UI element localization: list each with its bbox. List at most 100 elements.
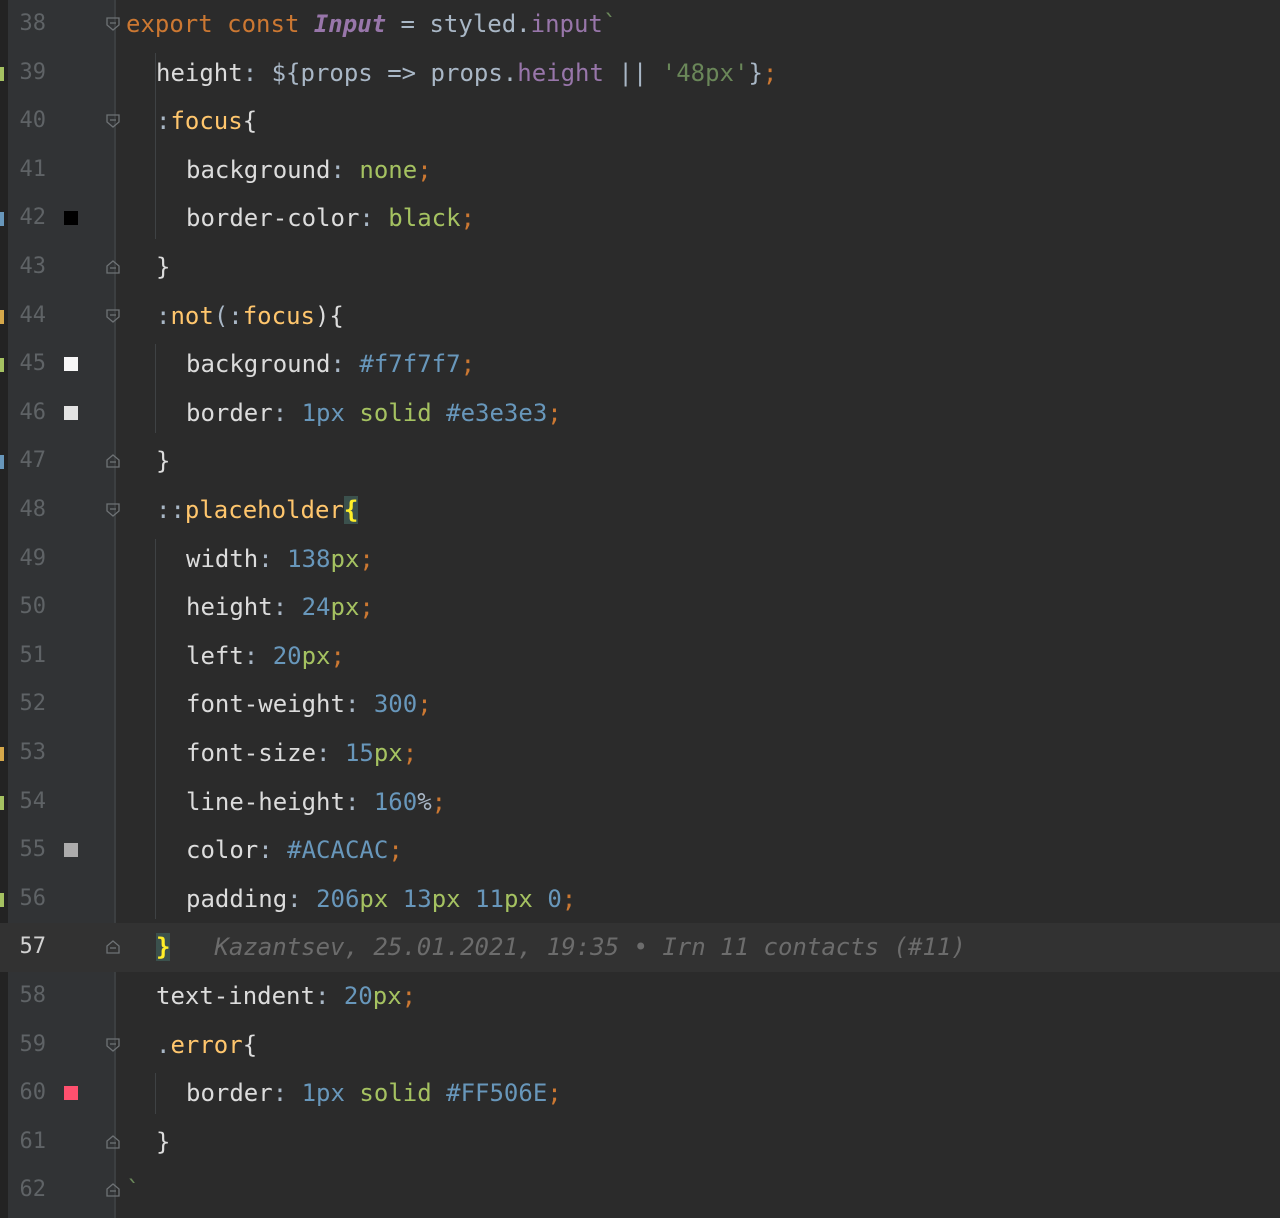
line-number[interactable]: 60	[8, 1069, 47, 1118]
line-number[interactable]: 55	[8, 826, 47, 875]
code-line[interactable]: 61}	[0, 1118, 1280, 1167]
code-text[interactable]: height: 24px;	[186, 583, 374, 632]
code-text[interactable]: ::placeholder{	[156, 486, 359, 535]
code-text[interactable]: color: #ACACAC;	[186, 826, 403, 875]
code-token: ::	[156, 496, 185, 524]
line-number[interactable]: 52	[8, 680, 47, 729]
line-number[interactable]: 53	[8, 729, 47, 778]
code-text[interactable]: export const Input = styled.input`	[126, 0, 617, 49]
code-line[interactable]: 38 export const Input = styled.input`	[0, 0, 1280, 49]
code-line[interactable]: 49 width: 138px;	[0, 535, 1280, 584]
code-token: ;	[561, 884, 577, 913]
code-text[interactable]: height: ${props => props.height || '48px…	[156, 49, 777, 98]
code-line[interactable]: 43}	[0, 243, 1280, 292]
fold-close-icon[interactable]	[106, 454, 120, 469]
code-line[interactable]: 52 font-weight: 300;	[0, 680, 1280, 729]
code-text[interactable]: padding: 206px 13px 11px 0;	[186, 875, 576, 924]
line-number[interactable]: 50	[8, 583, 47, 632]
color-swatch-icon[interactable]	[64, 843, 78, 858]
code-editor[interactable]: 38 export const Input = styled.input` 39 he…	[0, 0, 1280, 1218]
code-line[interactable]: 53 font-size: 15px;	[0, 729, 1280, 778]
fold-open-icon[interactable]	[106, 308, 120, 323]
code-line[interactable]: 42 border-color: black;	[0, 194, 1280, 243]
fold-close-icon[interactable]	[106, 260, 120, 274]
change-marker	[0, 358, 4, 373]
code-text[interactable]: :focus{	[156, 97, 257, 146]
code-line[interactable]: 47}	[0, 437, 1280, 486]
code-text[interactable]: .error{	[156, 1021, 257, 1070]
code-line[interactable]: 44 :not(:focus){	[0, 292, 1280, 341]
line-number[interactable]: 47	[8, 437, 47, 486]
line-number[interactable]: 38	[8, 0, 47, 49]
line-number[interactable]: 57	[8, 923, 47, 972]
fold-close-icon[interactable]	[106, 1134, 120, 1149]
code-line[interactable]: 56 padding: 206px 13px 11px 0;	[0, 875, 1280, 924]
code-line[interactable]: 41 background: none;	[0, 146, 1280, 195]
code-text[interactable]: :not(:focus){	[156, 292, 344, 341]
line-number[interactable]: 54	[8, 778, 47, 827]
line-number[interactable]: 40	[8, 97, 47, 146]
code-text[interactable]: }	[156, 1118, 170, 1167]
code-line[interactable]: 40 :focus{	[0, 97, 1280, 146]
code-line[interactable]: 39 height: ${props => props.height || '48…	[0, 49, 1280, 98]
code-text[interactable]: width: 138px;	[186, 535, 374, 584]
fold-open-icon[interactable]	[106, 503, 120, 517]
line-number[interactable]: 43	[8, 243, 47, 292]
line-number[interactable]: 61	[8, 1118, 47, 1167]
code-text[interactable]: background: none;	[186, 146, 432, 195]
code-token: error	[170, 1030, 243, 1059]
code-text[interactable]: border-color: black;	[186, 194, 475, 243]
code-text[interactable]: border: 1px solid #e3e3e3;	[186, 389, 562, 438]
code-line[interactable]: 45 background: #f7f7f7;	[0, 340, 1280, 389]
color-swatch-icon[interactable]	[64, 211, 78, 226]
code-text[interactable]: }	[156, 437, 170, 486]
code-line[interactable]: 57 } Kazantsev, 25.01.2021, 19:35 • Irn 11…	[0, 923, 1280, 972]
line-number[interactable]: 62	[8, 1166, 47, 1215]
line-number[interactable]: 48	[8, 486, 47, 535]
code-line[interactable]: 59 .error{	[0, 1021, 1280, 1070]
line-number[interactable]: 41	[8, 146, 47, 195]
code-line[interactable]: 60 border: 1px solid #FF506E;	[0, 1069, 1280, 1118]
line-number[interactable]: 51	[8, 632, 47, 681]
code-line[interactable]: 46 border: 1px solid #e3e3e3;	[0, 389, 1280, 438]
code-line[interactable]: 50 height: 24px;	[0, 583, 1280, 632]
code-line[interactable]: 51 left: 20px;	[0, 632, 1280, 681]
code-text[interactable]: left: 20px;	[186, 632, 345, 681]
line-number[interactable]: 42	[8, 194, 47, 243]
fold-open-icon[interactable]	[106, 17, 120, 31]
code-text[interactable]: }	[156, 243, 170, 292]
code-line[interactable]: 54 line-height: 160%;	[0, 778, 1280, 827]
code-line[interactable]: 62 `	[0, 1166, 1280, 1215]
code-text[interactable]: font-size: 15px;	[186, 729, 417, 778]
code-token: #FF506E	[446, 1079, 548, 1108]
code-text[interactable]: } Kazantsev, 25.01.2021, 19:35 • Irn 11 c…	[156, 923, 966, 972]
code-text[interactable]: line-height: 160%;	[186, 778, 446, 827]
line-number[interactable]: 46	[8, 389, 47, 438]
code-text[interactable]: border: 1px solid #FF506E;	[186, 1069, 562, 1118]
fold-open-icon[interactable]	[106, 114, 120, 129]
code-text[interactable]: background: #f7f7f7;	[186, 340, 475, 389]
code-line[interactable]: 58 text-indent: 20px;	[0, 972, 1280, 1021]
fold-open-icon[interactable]	[106, 1037, 120, 1052]
line-number[interactable]: 49	[8, 535, 47, 584]
line-number[interactable]: 59	[8, 1021, 47, 1070]
line-number[interactable]: 44	[8, 292, 47, 341]
fold-close-icon[interactable]	[106, 940, 120, 955]
code-line[interactable]: 48::placeholder{	[0, 486, 1280, 535]
color-swatch-icon[interactable]	[64, 1086, 78, 1101]
line-number[interactable]: 58	[8, 972, 47, 1021]
code-text[interactable]: font-weight: 300;	[186, 680, 432, 729]
line-number[interactable]: 45	[8, 340, 47, 389]
code-token: ;	[402, 739, 418, 767]
code-line[interactable]: 55 color: #ACACAC;	[0, 826, 1280, 875]
color-swatch-icon[interactable]	[64, 405, 78, 420]
code-text[interactable]: text-indent: 20px;	[156, 972, 416, 1021]
code-token: :	[243, 641, 273, 670]
fold-close-icon[interactable]	[106, 1183, 120, 1198]
color-swatch-icon[interactable]	[64, 357, 78, 372]
line-number[interactable]: 56	[8, 875, 47, 924]
line-number[interactable]: 39	[8, 49, 47, 98]
code-text[interactable]: `	[126, 1166, 140, 1215]
